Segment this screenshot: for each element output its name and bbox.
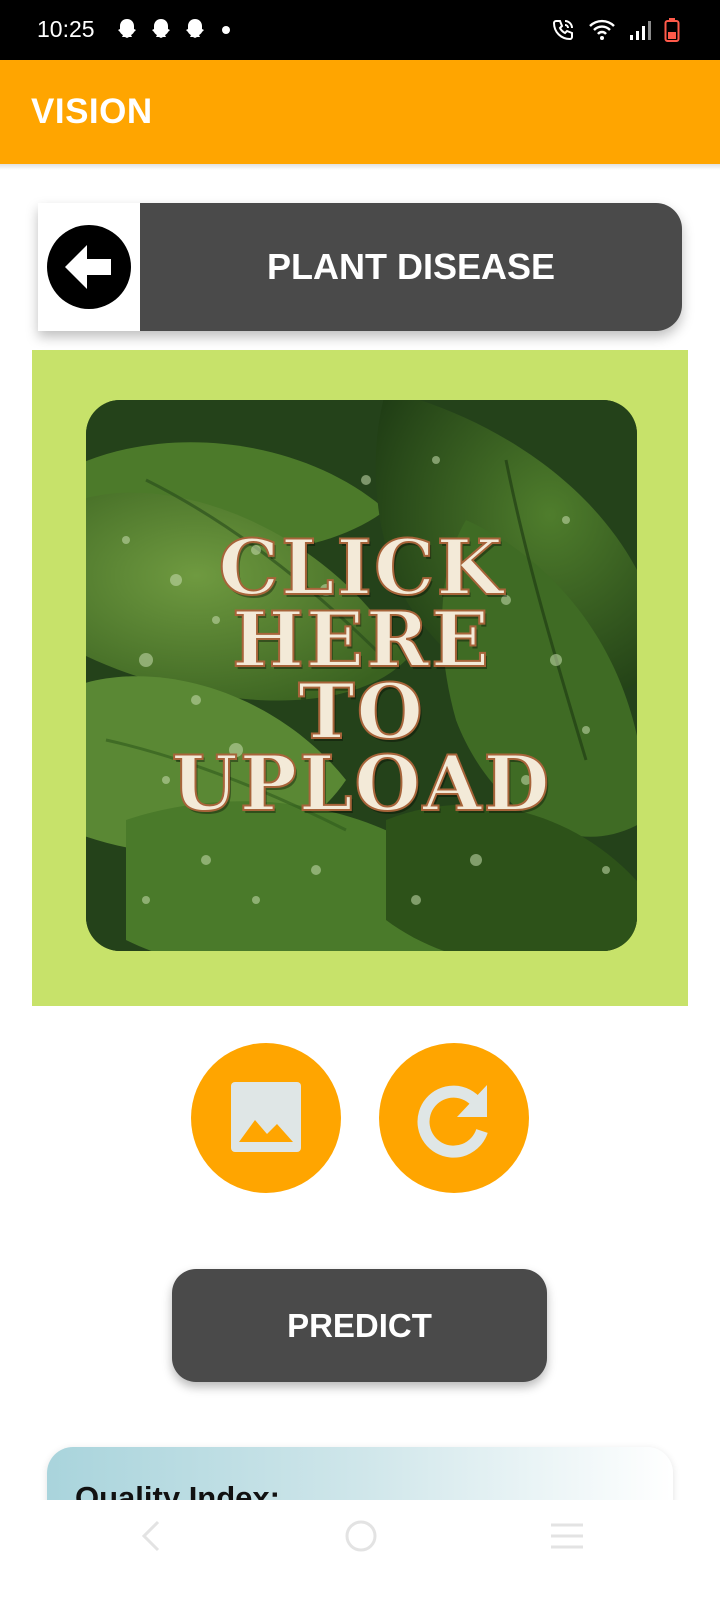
status-bar: 10:25 (0, 0, 720, 60)
snapchat-icon (186, 19, 204, 38)
arrow-left-icon (65, 245, 111, 289)
system-icons (550, 14, 680, 46)
image-icon (231, 1082, 301, 1152)
refresh-icon (417, 1085, 488, 1158)
upload-prompt[interactable]: CLICK HERE TO UPLOAD (86, 400, 637, 951)
app-bar: VISION (0, 60, 720, 164)
gallery-button[interactable] (191, 1043, 341, 1193)
app-bar-shadow (0, 164, 720, 170)
notification-icons (114, 17, 230, 43)
back-circle (47, 225, 131, 309)
upload-image[interactable]: CLICK HERE TO UPLOAD (86, 400, 637, 951)
dot-icon (222, 26, 230, 34)
screen: 10:25 VISION PLANT DISEASE CLICK HERE TO… (0, 0, 720, 1600)
signal-icon (630, 21, 651, 40)
predict-button[interactable]: PREDICT (172, 1269, 547, 1382)
refresh-button[interactable] (379, 1043, 529, 1193)
upload-prompt-line: UPLOAD (171, 738, 552, 828)
status-time: 10:25 (37, 16, 95, 42)
wifi-icon (589, 19, 615, 40)
upload-prompt-line: CLICK (217, 522, 505, 612)
nav-bar (0, 1500, 720, 1600)
header-card: PLANT DISEASE (38, 203, 682, 331)
battery-icon (664, 18, 680, 42)
back-nav-icon[interactable] (136, 1518, 168, 1554)
wifi-calling-icon (552, 20, 573, 41)
home-nav-icon[interactable] (343, 1518, 379, 1554)
snapchat-icon (152, 19, 170, 38)
upload-prompt-line: TO (297, 666, 425, 756)
recents-nav-icon[interactable] (549, 1522, 585, 1550)
app-title: VISION (31, 92, 153, 131)
upload-prompt-line: HERE (231, 594, 491, 684)
back-button[interactable] (38, 203, 140, 331)
snapchat-icon (118, 19, 136, 38)
upload-panel: CLICK HERE TO UPLOAD (32, 350, 688, 1006)
page-title: PLANT DISEASE (266, 246, 556, 287)
